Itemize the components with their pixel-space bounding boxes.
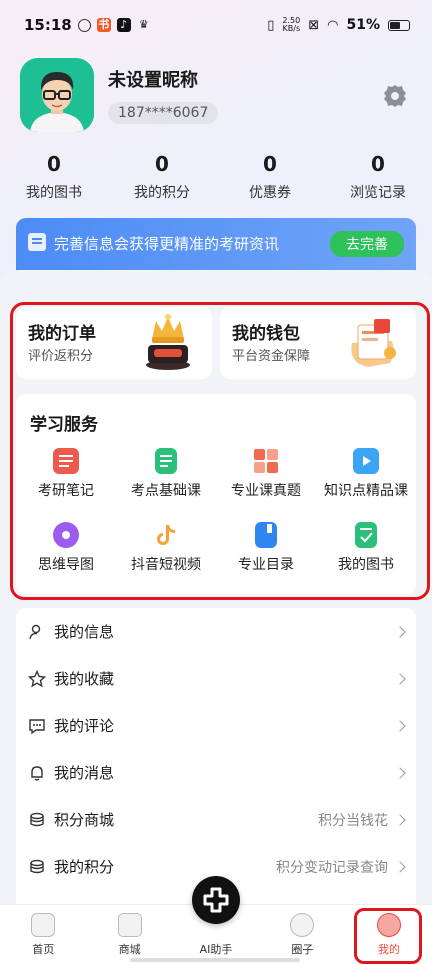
menu-hint: 积分当钱花 [318, 812, 388, 829]
wifi-icon: ◠ [327, 17, 339, 33]
stat-value: 0 [155, 152, 169, 176]
vibrate-icon: ▯ [267, 17, 275, 33]
battery-icon [388, 19, 410, 31]
stat-my-points[interactable]: 0 我的积分 [108, 152, 216, 202]
stat-value: 0 [263, 152, 277, 176]
app-notification-icon [77, 18, 91, 32]
stat-value: 0 [47, 152, 61, 176]
bag-icon [117, 913, 142, 937]
user-icon [28, 623, 46, 641]
tiktok-notification-icon: ♪ [116, 18, 131, 32]
complete-info-button[interactable]: 去完善 [330, 231, 404, 257]
planet-icon [290, 913, 315, 937]
chevron-right-icon [394, 860, 406, 873]
chevron-right-icon [394, 719, 406, 732]
menu-label: 我的收藏 [54, 670, 115, 688]
menu-item-messages[interactable]: 我的消息 [16, 749, 416, 796]
stat-history[interactable]: 0 浏览记录 [324, 152, 432, 202]
menu-label: 我的评论 [54, 717, 115, 735]
bell-icon [28, 764, 46, 782]
chevron-right-icon [394, 625, 406, 638]
avatar[interactable] [20, 58, 94, 132]
tab-home[interactable]: 首页 [0, 905, 86, 964]
home-icon [31, 913, 56, 937]
ai-icon [203, 887, 229, 913]
chevron-right-icon [394, 672, 406, 685]
sim-off-icon: ⊠ [308, 17, 320, 33]
home-indicator [130, 958, 300, 962]
coins-icon [28, 811, 46, 829]
chevron-right-icon [394, 813, 406, 826]
stat-label: 优惠券 [249, 185, 291, 201]
status-time: 15:18 [24, 16, 72, 34]
stat-coupons[interactable]: 0 优惠券 [216, 152, 324, 202]
tab-label: 首页 [32, 943, 55, 956]
highlight-box [10, 302, 430, 600]
ai-assistant-button[interactable] [192, 876, 240, 924]
menu-item-points-mall[interactable]: 积分商城 积分当钱花 [16, 796, 416, 843]
tab-label: AI助手 [199, 943, 233, 956]
menu-item-favorites[interactable]: 我的收藏 [16, 655, 416, 702]
menu-hint: 积分变动记录查询 [276, 859, 388, 876]
menu-item-comments[interactable]: 我的评论 [16, 702, 416, 749]
tab-mall[interactable]: 商城 [86, 905, 172, 964]
net-speed: 2.50 KB/s [282, 17, 300, 33]
stat-label: 我的积分 [134, 185, 190, 201]
nickname[interactable]: 未设置昵称 [108, 66, 218, 92]
star-icon [28, 669, 46, 688]
net-speed-unit: KB/s [282, 24, 301, 33]
tab-circle[interactable]: 圈子 [259, 905, 345, 964]
tab-label: 商城 [118, 943, 141, 956]
chevron-right-icon [394, 766, 406, 779]
coins-icon [28, 858, 46, 876]
settings-gear-icon[interactable] [382, 83, 408, 109]
menu-label: 我的消息 [54, 764, 115, 782]
menu-label: 我的积分 [54, 858, 115, 876]
profile-header[interactable]: 未设置昵称 187****6067 [20, 58, 219, 132]
stat-label: 浏览记录 [350, 185, 406, 201]
status-bar: 15:18 书 ♪ ♛ ▯ 2.50 KB/s ⊠ ◠ 51% [0, 0, 432, 50]
menu-label: 我的信息 [54, 623, 115, 641]
menu-item-my-info[interactable]: 我的信息 [16, 608, 416, 655]
menu-list: 我的信息 我的收藏 我的评论 我的消息 积分商城 积分当钱花 我的积分 积分变动… [16, 608, 416, 908]
banner-text: 完善信息会获得更精准的考研资讯 [54, 235, 280, 253]
highlight-box [354, 908, 422, 964]
tab-label: 圈子 [291, 943, 314, 956]
battery-percent: 51% [346, 17, 380, 33]
app-notification-icon: 书 [96, 18, 111, 32]
stat-label: 我的图书 [26, 185, 82, 201]
stat-value: 0 [371, 152, 385, 176]
complete-info-banner: 完善信息会获得更精准的考研资讯 去完善 [16, 218, 416, 278]
comment-icon [28, 717, 46, 735]
stat-my-books[interactable]: 0 我的图书 [0, 152, 108, 202]
phone-number: 187****6067 [108, 102, 219, 124]
menu-label: 积分商城 [54, 811, 115, 829]
stats-row: 0 我的图书 0 我的积分 0 优惠券 0 浏览记录 [0, 152, 432, 202]
crown-notification-icon: ♛ [138, 18, 149, 31]
document-icon [28, 233, 46, 251]
